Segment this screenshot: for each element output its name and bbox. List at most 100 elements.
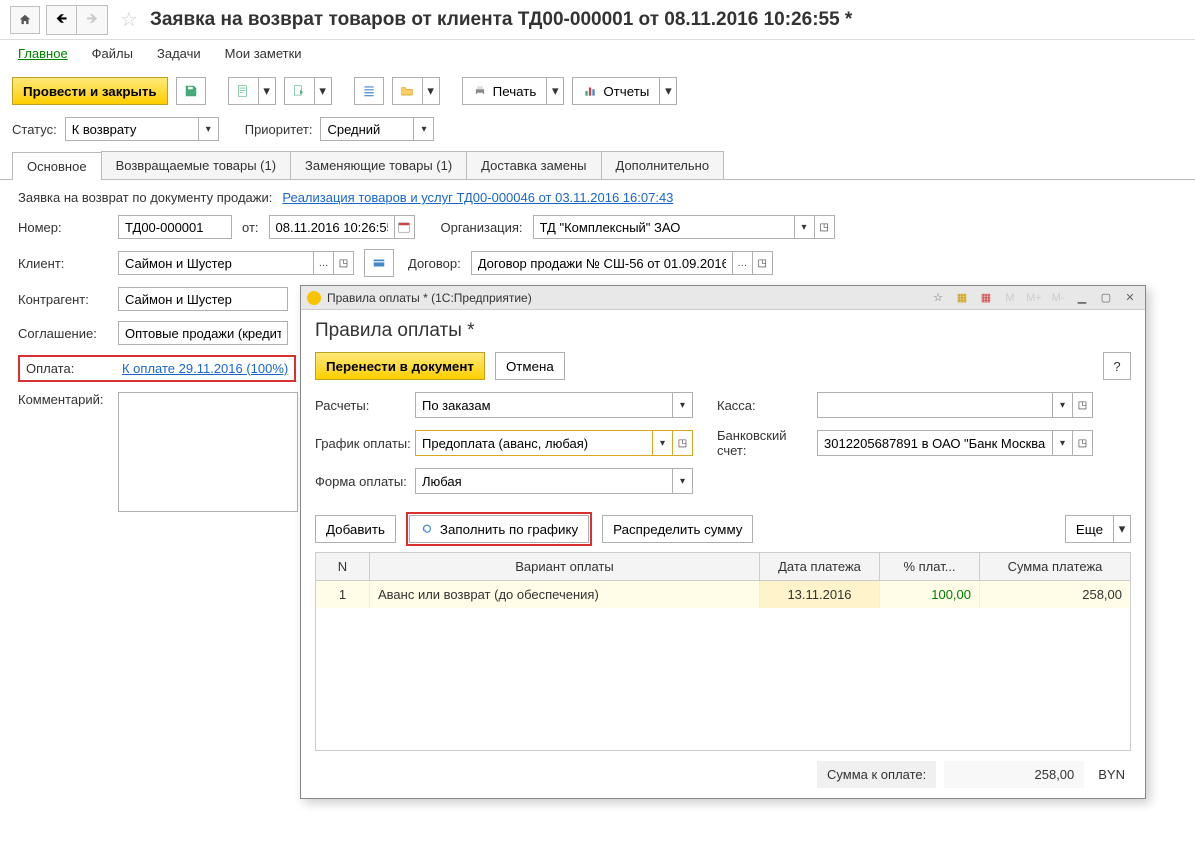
menu-main[interactable]: Главное [18,46,68,61]
payment-link[interactable]: К оплате 29.11.2016 (100%) [122,361,288,376]
add-row-button[interactable]: Добавить [315,515,396,543]
client-open[interactable]: ◳ [334,251,354,275]
priority-select[interactable] [320,117,414,141]
schedule-field[interactable] [415,430,653,456]
client-dots[interactable]: … [314,251,334,275]
tab-returned[interactable]: Возвращаемые товары (1) [101,151,291,179]
payform-select[interactable] [415,468,673,494]
m-plus: M+ [1025,290,1043,306]
transfer-to-doc-button[interactable]: Перенести в документ [315,352,485,380]
favorites-icon[interactable]: ☆ [929,290,947,306]
tab-delivery[interactable]: Доставка замены [466,151,601,179]
sales-doc-link[interactable]: Реализация товаров и услуг ТД00-000046 о… [282,190,673,205]
fill-by-schedule-button[interactable]: Заполнить по графику [409,515,589,543]
schedule-label: График оплаты: [315,436,415,451]
kassa-field[interactable] [817,392,1053,418]
calc-select[interactable] [415,392,673,418]
bank-dropdown[interactable]: ▾ [1053,430,1073,456]
org-open[interactable]: ◳ [815,215,835,239]
reports-dropdown[interactable]: ▾ [659,77,677,105]
calendar31-icon[interactable]: ▦ [977,290,995,306]
save-icon [184,84,198,98]
calc-icon[interactable]: ▦ [953,290,971,306]
col-sum: Сумма платежа [980,553,1130,580]
counter-field[interactable] [118,287,288,311]
date-label: от: [242,220,259,235]
distribute-sum-button[interactable]: Распределить сумму [602,515,753,543]
comment-field[interactable] [118,392,298,512]
print-dropdown[interactable]: ▾ [546,77,564,105]
menu-files[interactable]: Файлы [92,46,133,61]
status-select[interactable] [65,117,199,141]
home-button[interactable] [10,6,40,34]
kassa-label: Касса: [717,398,817,413]
bank-open[interactable]: ◳ [1073,430,1093,456]
calendar-button[interactable] [395,215,415,239]
close-button[interactable]: ✕ [1121,290,1139,306]
org-field[interactable] [533,215,795,239]
modal-heading: Правила оплаты * [315,320,1131,342]
print-button[interactable]: Печать [462,77,547,105]
post-dropdown[interactable]: ▾ [258,77,276,105]
save-button[interactable] [176,77,206,105]
chart-icon [583,84,597,98]
tab-replacement[interactable]: Заменяющие товары (1) [290,151,467,179]
minimize-button[interactable]: ▁ [1073,290,1091,306]
footer-sum-label: Сумма к оплате: [817,761,936,788]
tab-extra[interactable]: Дополнительно [601,151,725,179]
priority-dropdown[interactable]: ▾ [414,117,434,141]
document-icon [236,84,250,98]
status-dropdown[interactable]: ▾ [199,117,219,141]
client-field[interactable] [118,251,314,275]
status-label: Статус: [12,122,57,137]
menu-notes[interactable]: Мои заметки [225,46,302,61]
more-button[interactable]: Еще [1065,515,1113,543]
payment-rules-dialog: Правила оплаты * (1С:Предприятие) ☆ ▦ ▦ … [300,285,1146,799]
contract-field[interactable] [471,251,733,275]
footer-sum-value: 258,00 [944,761,1084,788]
priority-label: Приоритет: [245,122,313,137]
forward-button[interactable]: 🡺 [77,6,107,34]
help-button[interactable]: ? [1103,352,1131,380]
schedule-open[interactable]: ◳ [673,430,693,456]
menu-tasks[interactable]: Задачи [157,46,201,61]
col-date: Дата платежа [760,553,880,580]
client-label: Клиент: [18,256,108,271]
client-card-button[interactable] [364,249,394,277]
schedule-dropdown[interactable]: ▾ [653,430,673,456]
post-and-close-button[interactable]: Провести и закрыть [12,77,168,105]
date-field[interactable] [269,215,395,239]
contract-open[interactable]: ◳ [753,251,773,275]
linked-docs-dropdown[interactable]: ▾ [422,77,440,105]
back-button[interactable]: 🡸 [47,6,77,34]
org-dropdown[interactable]: ▾ [795,215,815,239]
bank-field[interactable] [817,430,1053,456]
payform-dropdown[interactable]: ▾ [673,468,693,494]
sales-doc-label: Заявка на возврат по документу продажи: [18,190,272,205]
calc-dropdown[interactable]: ▾ [673,392,693,418]
create-based-dropdown[interactable]: ▾ [314,77,332,105]
kassa-open[interactable]: ◳ [1073,392,1093,418]
maximize-button[interactable]: ▢ [1097,290,1115,306]
cancel-button[interactable]: Отмена [495,352,565,380]
org-label: Организация: [441,220,523,235]
print-label: Печать [493,84,537,99]
reports-button[interactable]: Отчеты [572,77,659,105]
arrow-doc-icon [292,84,306,98]
list-button[interactable] [354,77,384,105]
agreement-field[interactable] [118,321,288,345]
favorite-icon[interactable]: ☆ [120,7,138,32]
contract-dots[interactable]: … [733,251,753,275]
contract-label: Договор: [408,256,461,271]
kassa-dropdown[interactable]: ▾ [1053,392,1073,418]
more-dropdown[interactable]: ▾ [1113,515,1131,543]
linked-docs-button[interactable] [392,77,422,105]
post-button[interactable] [228,77,258,105]
table-row[interactable]: 1 Аванс или возврат (до обеспечения) 13.… [316,581,1130,608]
calc-label: Расчеты: [315,398,415,413]
create-based-button[interactable] [284,77,314,105]
number-field[interactable] [118,215,232,239]
agreement-label: Соглашение: [18,326,108,341]
tab-main[interactable]: Основное [12,152,102,180]
payment-label: Оплата: [26,361,104,376]
